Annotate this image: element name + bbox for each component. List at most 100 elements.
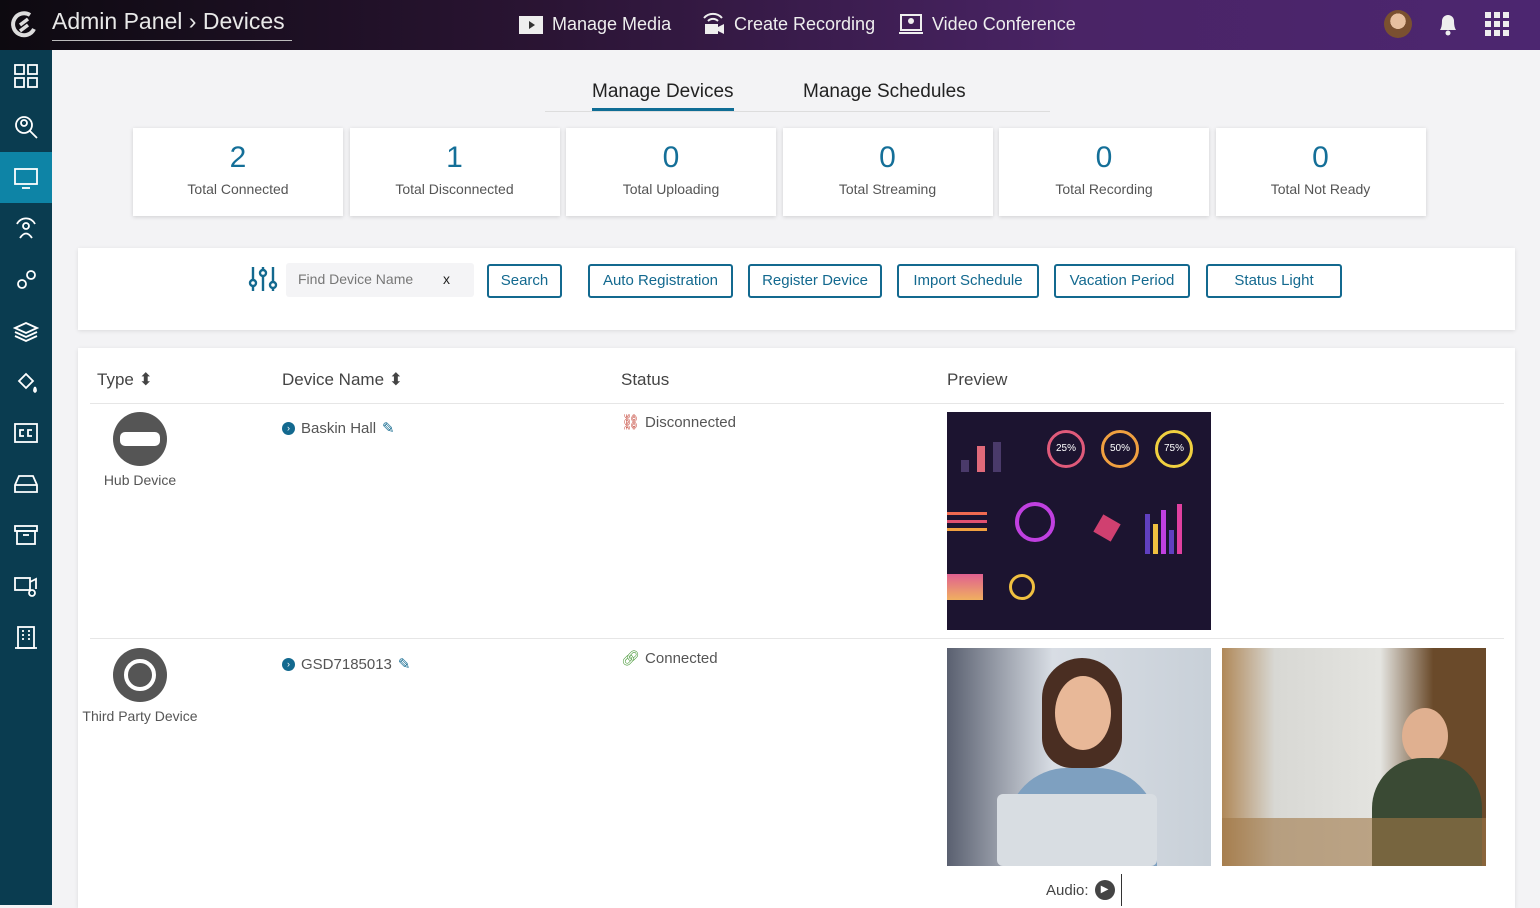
device-name-link[interactable]: GSD7185013 <box>301 656 392 673</box>
device-name-cell: › GSD7185013 ✎ <box>282 655 410 673</box>
stat-label: Total Not Ready <box>1270 181 1371 197</box>
nav-create-recording[interactable]: Create Recording <box>700 12 875 36</box>
status-cell: 🔗︎ Connected <box>621 649 718 668</box>
sidebar-item-building[interactable] <box>0 611 52 662</box>
sidebar-item-captions[interactable] <box>0 407 52 458</box>
status-text: Connected <box>645 649 718 667</box>
avatar[interactable] <box>1384 10 1412 38</box>
devices-icon <box>14 167 38 189</box>
preview-thumbnail-camera-2[interactable] <box>1222 648 1486 866</box>
stat-card[interactable]: 1 Total Disconnected <box>349 128 560 216</box>
auto-registration-button[interactable]: Auto Registration <box>588 264 733 298</box>
stat-label: Total Streaming <box>838 181 937 197</box>
device-type: Third Party Device <box>82 708 198 724</box>
sidebar-item-search-user[interactable] <box>0 101 52 152</box>
recording-icon <box>703 12 724 34</box>
expand-icon[interactable]: › <box>282 657 295 671</box>
settings-icon <box>17 269 36 289</box>
stat-card[interactable]: 2 Total Connected <box>133 128 343 216</box>
storage-icon <box>14 474 38 493</box>
stat-label: Total Recording <box>1055 181 1153 197</box>
camera-settings-icon <box>14 576 37 597</box>
stat-value: 1 <box>446 141 463 174</box>
sort-icon[interactable]: ⬍ <box>139 370 153 389</box>
captions-icon <box>14 422 38 443</box>
status-text: Disconnected <box>645 413 736 431</box>
stat-label: Total Connected <box>187 181 289 197</box>
status-cell: ⛓ Disconnected <box>621 413 736 432</box>
stat-value: 0 <box>662 141 680 174</box>
header-label: Device Name <box>282 370 385 389</box>
device-name-link[interactable]: Baskin Hall <box>301 420 376 437</box>
gauge-label: 25% <box>1047 430 1085 468</box>
clear-search-button[interactable]: x <box>443 271 450 287</box>
gauge-label: 50% <box>1101 430 1139 468</box>
divider <box>90 638 1504 639</box>
search-placeholder: Find Device Name <box>298 271 414 287</box>
stat-card[interactable]: 0 Total Streaming <box>782 128 993 216</box>
stat-card[interactable]: 0 Total Recording <box>999 128 1209 216</box>
register-device-button[interactable]: Register Device <box>748 264 882 298</box>
broken-link-icon: ⛓ <box>621 414 641 431</box>
users-icon <box>16 217 36 239</box>
sidebar-item-layers[interactable] <box>0 305 52 356</box>
bell-icon[interactable] <box>1436 11 1460 37</box>
audio-label: Audio: <box>1046 881 1089 899</box>
link-icon: 🔗︎ <box>621 650 641 667</box>
preview-thumbnail-camera-1[interactable] <box>947 648 1211 866</box>
apps-grid-icon[interactable] <box>1484 11 1510 37</box>
tab-manage-schedules[interactable]: Manage Schedules <box>803 81 966 103</box>
tab-manage-devices[interactable]: Manage Devices <box>592 81 734 111</box>
expand-icon[interactable]: › <box>282 421 295 435</box>
column-header-status: Status <box>621 370 670 389</box>
nav-manage-media[interactable]: Manage Media <box>518 12 671 36</box>
divider <box>90 403 1504 404</box>
conference-icon <box>899 14 923 34</box>
preview-thumbnail[interactable]: 25% 50% 75% <box>947 412 1211 630</box>
device-type: Hub Device <box>103 472 177 488</box>
stat-label: Total Disconnected <box>395 181 514 197</box>
audio-control: Audio: ▶ <box>1046 874 1122 906</box>
sidebar-item-devices[interactable] <box>0 152 52 203</box>
sort-icon[interactable]: ⬍ <box>389 370 403 389</box>
column-header-preview: Preview <box>947 370 1008 389</box>
stat-label: Total Uploading <box>622 181 720 197</box>
dashboard-icon <box>14 63 38 88</box>
edit-pencil-icon[interactable]: ✎ <box>382 419 395 437</box>
table-row-type: Third Party Device <box>80 648 200 727</box>
nav-video-conference[interactable]: Video Conference <box>898 12 1076 36</box>
sidebar-item-camera-settings[interactable] <box>0 560 52 611</box>
app-logo[interactable] <box>8 9 40 41</box>
sidebar <box>0 50 52 905</box>
nav-label: Manage Media <box>552 13 672 34</box>
stat-card[interactable]: 0 Total Not Ready <box>1215 128 1426 216</box>
nav-label: Create Recording <box>734 13 876 34</box>
edit-pencil-icon[interactable]: ✎ <box>398 655 411 673</box>
play-icon[interactable]: ▶ <box>1094 880 1115 900</box>
layers-icon <box>13 321 39 342</box>
status-light-button[interactable]: Status Light <box>1206 264 1342 298</box>
vacation-period-button[interactable]: Vacation Period <box>1054 264 1190 298</box>
filter-icon[interactable] <box>248 265 278 293</box>
column-header-device-name[interactable]: Device Name ⬍ <box>282 370 403 390</box>
import-schedule-button[interactable]: Import Schedule <box>897 264 1039 298</box>
sidebar-item-users[interactable] <box>0 203 52 254</box>
device-search-input[interactable]: Find Device Name x <box>286 263 474 297</box>
sidebar-item-archive[interactable] <box>0 509 52 560</box>
top-bar: Admin Panel › Devices Manage Media Creat… <box>0 0 1540 50</box>
sidebar-item-settings[interactable] <box>0 254 52 305</box>
media-icon <box>519 16 543 34</box>
sidebar-item-paint[interactable] <box>0 356 52 407</box>
gauge-label: 75% <box>1155 430 1193 468</box>
stat-card[interactable]: 0 Total Uploading <box>566 128 776 216</box>
stat-value: 0 <box>1095 141 1113 174</box>
breadcrumb[interactable]: Admin Panel › Devices <box>52 8 292 41</box>
search-user-icon <box>15 115 38 139</box>
sidebar-item-dashboard[interactable] <box>0 50 52 101</box>
search-button[interactable]: Search <box>487 264 562 298</box>
table-row-type: Hub Device <box>80 412 200 491</box>
column-header-type[interactable]: Type ⬍ <box>97 370 153 390</box>
stat-value: 0 <box>879 141 896 174</box>
sidebar-item-storage[interactable] <box>0 458 52 509</box>
third-party-device-icon <box>113 648 167 702</box>
